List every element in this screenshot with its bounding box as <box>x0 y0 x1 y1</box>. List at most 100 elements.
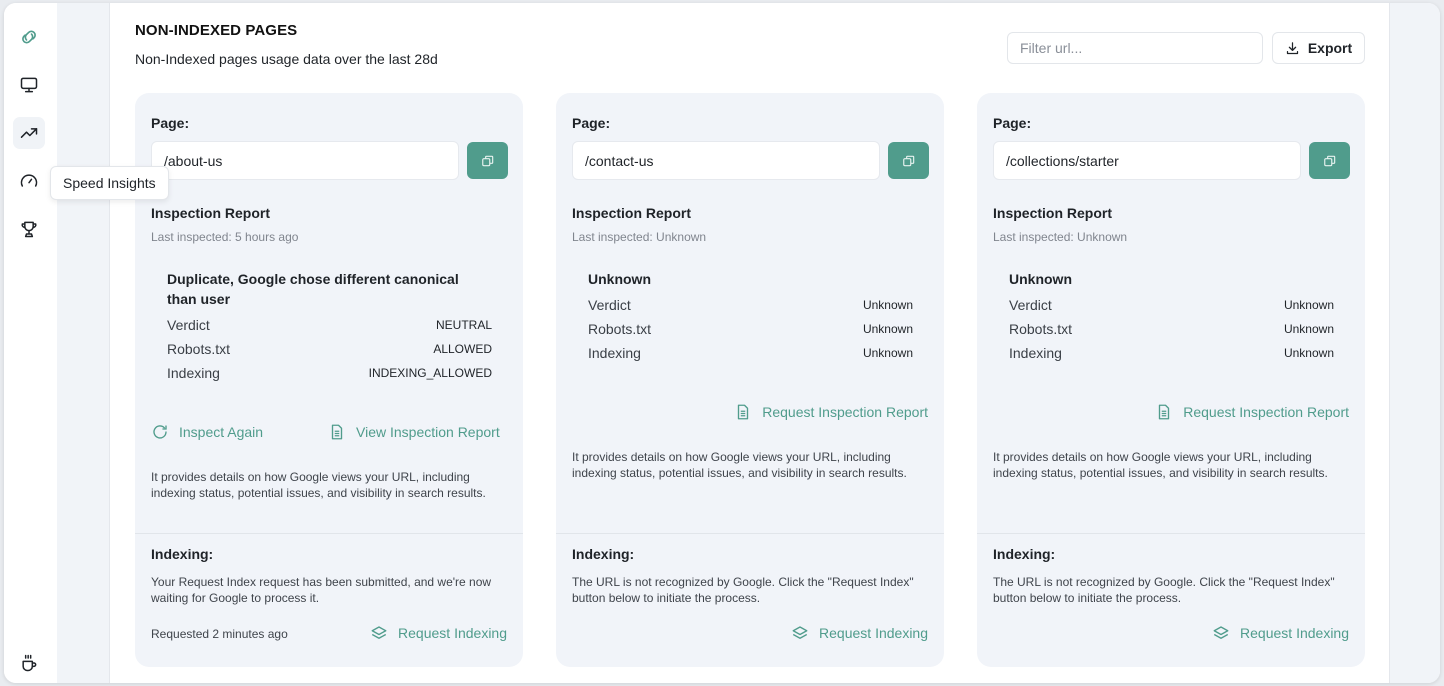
row-value: Unknown <box>862 346 913 360</box>
indexing-label: Indexing: <box>993 546 1056 562</box>
secondary-panel <box>57 3 110 683</box>
row-value: Unknown <box>1283 322 1334 336</box>
request-inspection-report-label: Request Inspection Report <box>762 404 928 420</box>
row-value: Unknown <box>1283 298 1334 312</box>
coverage-status: Duplicate, Google chose different canoni… <box>167 271 459 307</box>
page-url-field[interactable] <box>151 141 459 180</box>
request-indexing-label: Request Indexing <box>1240 625 1349 641</box>
row-key: Verdict <box>167 317 210 333</box>
sidebar-item-pages[interactable] <box>13 69 45 101</box>
row-value: Unknown <box>862 298 913 312</box>
requested-time: Requested 2 minutes ago <box>151 627 288 641</box>
page-label: Page: <box>993 115 1032 131</box>
report-row-verdict: Verdict Unknown <box>1009 297 1334 313</box>
row-key: Indexing <box>588 345 641 361</box>
layers-icon <box>1213 626 1229 639</box>
request-inspection-report-button[interactable]: Request Inspection Report <box>1155 403 1349 421</box>
request-inspection-report-button[interactable]: Request Inspection Report <box>734 403 928 421</box>
report-row-verdict: Verdict Unknown <box>588 297 913 313</box>
sidebar-item-support[interactable] <box>13 647 45 679</box>
row-value: Unknown <box>862 322 913 336</box>
gauge-icon <box>20 174 38 187</box>
page-url-field[interactable] <box>572 141 880 180</box>
icon-sidebar <box>4 3 57 683</box>
report-row-verdict: Verdict NEUTRAL <box>167 317 492 333</box>
layers-icon <box>792 626 808 639</box>
coffee-icon <box>22 654 37 672</box>
view-inspection-report-button[interactable]: View Inspection Report <box>328 423 500 441</box>
page-title: NON-INDEXED PAGES <box>135 22 298 39</box>
document-icon <box>331 424 343 440</box>
report-description: It provides details on how Google views … <box>993 450 1328 480</box>
copy-url-button[interactable] <box>467 142 508 179</box>
page-url-field[interactable] <box>993 141 1301 180</box>
report-description: It provides details on how Google views … <box>151 470 486 500</box>
indexing-label: Indexing: <box>151 546 214 562</box>
report-row-indexing: Indexing Unknown <box>1009 345 1334 361</box>
coverage-status: Unknown <box>588 271 651 287</box>
layers-icon <box>371 626 387 639</box>
report-row-robots: Robots.txt Unknown <box>1009 321 1334 337</box>
report-row-indexing: Indexing Unknown <box>588 345 913 361</box>
inspection-report-title: Inspection Report <box>572 205 692 221</box>
divider <box>556 533 944 534</box>
indexing-description: Your Request Index request has been subm… <box>151 575 492 605</box>
app-window: Speed Insights NON-INDEXED PAGES Non-Ind… <box>4 3 1440 683</box>
row-key: Robots.txt <box>588 321 652 337</box>
sidebar-item-links[interactable] <box>13 21 45 53</box>
row-key: Indexing <box>1009 345 1062 361</box>
request-indexing-label: Request Indexing <box>819 625 928 641</box>
page-card: Page: Inspection Report Last inspected: … <box>556 93 944 667</box>
inspection-report-title: Inspection Report <box>151 205 271 221</box>
page-card: Page: Inspection Report Last inspected: … <box>977 93 1365 667</box>
copy-url-button[interactable] <box>888 142 929 179</box>
document-icon <box>1159 404 1170 420</box>
sidebar-item-achievements[interactable] <box>13 213 45 245</box>
row-key: Verdict <box>588 297 631 313</box>
copy-icon <box>481 155 493 166</box>
sidebar-item-analytics[interactable] <box>13 117 45 149</box>
filter-url-input[interactable] <box>1007 32 1263 64</box>
request-inspection-report-label: Request Inspection Report <box>1183 404 1349 420</box>
document-icon <box>738 404 749 420</box>
row-key: Robots.txt <box>1009 321 1073 337</box>
view-inspection-report-label: View Inspection Report <box>356 424 500 440</box>
sidebar-item-speed-insights[interactable] <box>13 165 45 197</box>
row-value: ALLOWED <box>433 342 492 356</box>
inspection-report-title: Inspection Report <box>993 205 1113 221</box>
row-value: INDEXING_ALLOWED <box>368 366 492 380</box>
request-indexing-button[interactable]: Request Indexing <box>1212 624 1349 642</box>
last-inspected: Last inspected: Unknown <box>993 230 1128 244</box>
divider <box>977 533 1365 534</box>
refresh-icon <box>153 425 167 439</box>
request-indexing-button[interactable]: Request Indexing <box>791 624 928 642</box>
copy-url-button[interactable] <box>1309 142 1350 179</box>
page-label: Page: <box>151 115 190 131</box>
coverage-status: Unknown <box>1009 271 1072 287</box>
monitor-icon <box>20 77 38 93</box>
row-value: Unknown <box>1283 346 1334 360</box>
export-label: Export <box>1307 40 1353 56</box>
indexing-description: The URL is not recognized by Google. Cli… <box>993 575 1335 605</box>
report-row-robots: Robots.txt ALLOWED <box>167 341 492 357</box>
sidebar-tooltip: Speed Insights <box>50 166 169 200</box>
request-indexing-button[interactable]: Request Indexing <box>370 624 507 642</box>
divider <box>135 533 523 534</box>
row-key: Indexing <box>167 365 220 381</box>
indexing-label: Indexing: <box>572 546 635 562</box>
trophy-icon <box>21 221 37 238</box>
copy-icon <box>902 155 914 166</box>
download-icon <box>1286 41 1298 54</box>
page-label: Page: <box>572 115 611 131</box>
copy-icon <box>1323 155 1335 166</box>
page-card: Page: Inspection Report Last inspected: … <box>135 93 523 667</box>
inspect-again-label: Inspect Again <box>179 424 264 440</box>
last-inspected: Last inspected: 5 hours ago <box>151 230 299 244</box>
inspect-again-button[interactable]: Inspect Again <box>151 423 263 441</box>
row-value: NEUTRAL <box>435 318 492 332</box>
export-button[interactable]: Export <box>1272 32 1365 64</box>
link-icon <box>22 30 36 44</box>
row-key: Verdict <box>1009 297 1052 313</box>
request-indexing-label: Request Indexing <box>398 625 507 641</box>
report-description: It provides details on how Google views … <box>572 450 907 480</box>
